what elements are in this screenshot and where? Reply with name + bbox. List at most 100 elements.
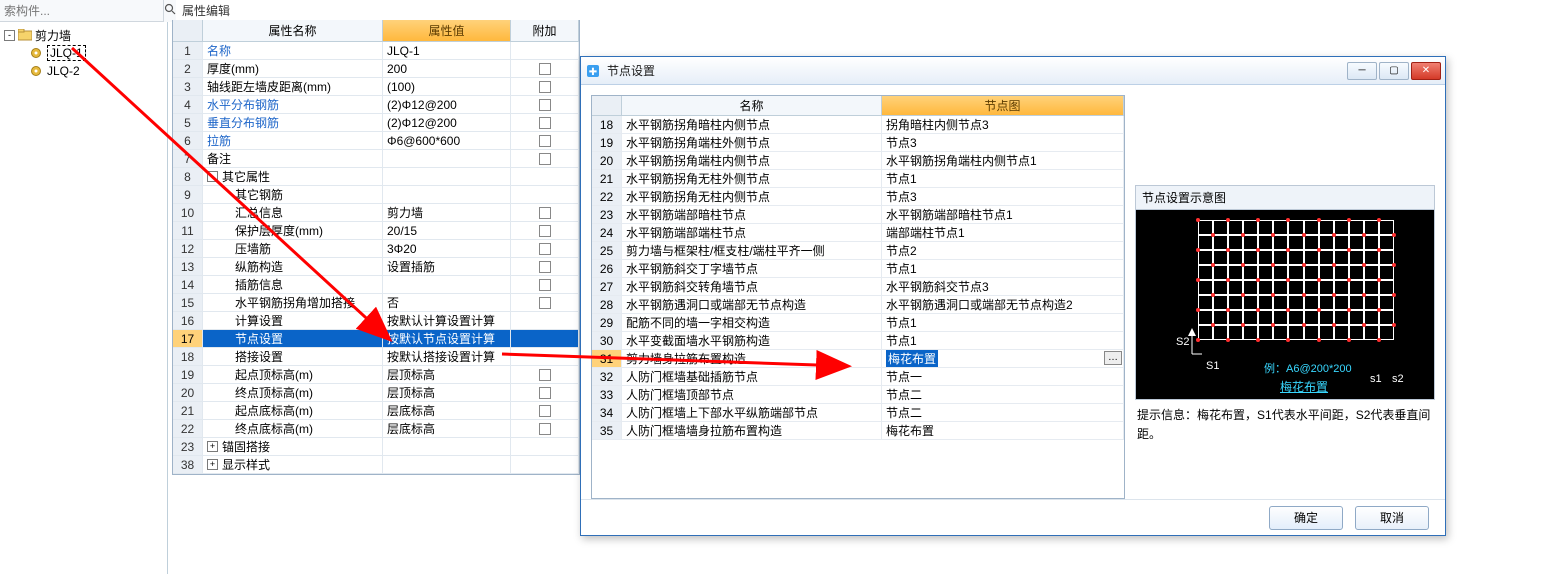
prop-value-cell[interactable]: 剪力墙 (383, 204, 511, 221)
node-row[interactable]: 25剪力墙与框架柱/框支柱/端柱平齐一侧节点2 (592, 242, 1124, 260)
prop-value-cell[interactable]: (2)Φ12@200 (383, 96, 511, 113)
node-img-cell[interactable]: 节点1 (882, 332, 1124, 349)
prop-value-cell[interactable]: 否 (383, 294, 511, 311)
extra-checkbox[interactable] (539, 297, 551, 309)
node-img-cell[interactable]: 梅花布置… (882, 350, 1124, 367)
node-img-cell[interactable]: 节点一 (882, 368, 1124, 385)
prop-value-cell[interactable] (383, 150, 511, 167)
extra-checkbox[interactable] (539, 243, 551, 255)
node-row[interactable]: 29配筋不同的墙一字相交构造节点1 (592, 314, 1124, 332)
node-img-cell[interactable]: 节点2 (882, 242, 1124, 259)
property-tab[interactable]: 属性编辑 (172, 0, 580, 20)
prop-name[interactable]: 名称 (207, 42, 231, 59)
property-row[interactable]: 15水平钢筋拐角增加搭接否 (173, 294, 579, 312)
extra-checkbox[interactable] (539, 225, 551, 237)
property-row[interactable]: 6拉筋Φ6@600*600 (173, 132, 579, 150)
node-row[interactable]: 20水平钢筋拐角端柱内侧节点水平钢筋拐角端柱内侧节点1 (592, 152, 1124, 170)
ok-button[interactable]: 确定 (1269, 506, 1343, 530)
node-row[interactable]: 30水平变截面墙水平钢筋构造节点1 (592, 332, 1124, 350)
property-row[interactable]: 16计算设置按默认计算设置计算 (173, 312, 579, 330)
tree-item-jlq2[interactable]: JLQ-2 (0, 62, 167, 80)
node-row[interactable]: 18水平钢筋拐角暗柱内侧节点拐角暗柱内侧节点3 (592, 116, 1124, 134)
property-row[interactable]: 21起点底标高(m)层底标高 (173, 402, 579, 420)
extra-checkbox[interactable] (539, 405, 551, 417)
close-button[interactable]: ✕ (1411, 62, 1441, 80)
property-row[interactable]: 5垂直分布钢筋(2)Φ12@200 (173, 114, 579, 132)
prop-value-cell[interactable]: 200 (383, 60, 511, 77)
prop-value-cell[interactable] (383, 456, 511, 473)
node-row[interactable]: 33人防门框墙顶部节点节点二 (592, 386, 1124, 404)
property-row[interactable]: 7备注 (173, 150, 579, 168)
property-row[interactable]: 22终点底标高(m)层底标高 (173, 420, 579, 438)
property-row[interactable]: 1名称JLQ-1 (173, 42, 579, 60)
node-img-cell[interactable]: 水平钢筋斜交节点3 (882, 278, 1124, 295)
prop-value-cell[interactable] (383, 186, 511, 203)
extra-checkbox[interactable] (539, 135, 551, 147)
prop-value-cell[interactable]: 层顶标高 (383, 366, 511, 383)
preview-link[interactable]: 梅花布置 (1280, 378, 1328, 395)
node-img-cell[interactable]: 端部端柱节点1 (882, 224, 1124, 241)
prop-value-cell[interactable]: 层底标高 (383, 402, 511, 419)
prop-value-cell[interactable]: 按默认计算设置计算 (383, 312, 511, 329)
node-img-cell[interactable]: 水平钢筋遇洞口或端部无节点构造2 (882, 296, 1124, 313)
cancel-button[interactable]: 取消 (1355, 506, 1429, 530)
tree-root-item[interactable]: - 剪力墙 (0, 26, 167, 44)
extra-checkbox[interactable] (539, 63, 551, 75)
property-row[interactable]: 4水平分布钢筋(2)Φ12@200 (173, 96, 579, 114)
expand-icon[interactable]: + (207, 459, 218, 470)
prop-name[interactable]: 水平分布钢筋 (207, 96, 279, 113)
node-row[interactable]: 34人防门框墙上下部水平纵筋端部节点节点二 (592, 404, 1124, 422)
extra-checkbox[interactable] (539, 423, 551, 435)
prop-name[interactable]: 拉筋 (207, 132, 231, 149)
property-row[interactable]: 8-其它属性 (173, 168, 579, 186)
prop-value-cell[interactable]: 层顶标高 (383, 384, 511, 401)
property-row[interactable]: 11保护层厚度(mm)20/15 (173, 222, 579, 240)
prop-value-cell[interactable]: 按默认节点设置计算 (383, 330, 511, 347)
node-row[interactable]: 23水平钢筋端部暗柱节点水平钢筋端部暗柱节点1 (592, 206, 1124, 224)
browse-button[interactable]: … (1104, 351, 1122, 365)
node-img-cell[interactable]: 节点3 (882, 134, 1124, 151)
prop-value-cell[interactable]: 按默认搭接设置计算 (383, 348, 511, 365)
extra-checkbox[interactable] (539, 279, 551, 291)
property-row[interactable]: 9其它钢筋 (173, 186, 579, 204)
property-row[interactable]: 12压墙筋3Φ20 (173, 240, 579, 258)
extra-checkbox[interactable] (539, 207, 551, 219)
node-row[interactable]: 22水平钢筋拐角无柱内侧节点节点3 (592, 188, 1124, 206)
prop-value-cell[interactable]: 设置插筋 (383, 258, 511, 275)
node-img-cell[interactable]: 节点1 (882, 170, 1124, 187)
node-row[interactable]: 28水平钢筋遇洞口或端部无节点构造水平钢筋遇洞口或端部无节点构造2 (592, 296, 1124, 314)
node-img-cell[interactable]: 水平钢筋拐角端柱内侧节点1 (882, 152, 1124, 169)
extra-checkbox[interactable] (539, 387, 551, 399)
prop-value-cell[interactable]: Φ6@600*600 (383, 132, 511, 149)
node-img-cell[interactable]: 节点1 (882, 260, 1124, 277)
tree-item-jlq1[interactable]: JLQ-1 (0, 44, 167, 62)
collapse-icon[interactable]: - (4, 30, 15, 41)
dialog-titlebar[interactable]: ✚ 节点设置 ─ ▢ ✕ (581, 57, 1445, 85)
node-row[interactable]: 32人防门框墙基础插筋节点节点一 (592, 368, 1124, 386)
property-row[interactable]: 18搭接设置按默认搭接设置计算 (173, 348, 579, 366)
node-img-cell[interactable]: 节点3 (882, 188, 1124, 205)
minimize-button[interactable]: ─ (1347, 62, 1377, 80)
prop-value-cell[interactable] (383, 276, 511, 293)
node-row[interactable]: 19水平钢筋拐角端柱外侧节点节点3 (592, 134, 1124, 152)
expand-icon[interactable]: + (207, 441, 218, 452)
prop-value-cell[interactable] (383, 168, 511, 185)
node-img-cell[interactable]: 梅花布置 (882, 422, 1124, 439)
node-row[interactable]: 26水平钢筋斜交丁字墙节点节点1 (592, 260, 1124, 278)
extra-checkbox[interactable] (539, 99, 551, 111)
property-row[interactable]: 2厚度(mm)200 (173, 60, 579, 78)
extra-checkbox[interactable] (539, 261, 551, 273)
property-row[interactable]: 38+显示样式 (173, 456, 579, 474)
property-row[interactable]: 19起点顶标高(m)层顶标高 (173, 366, 579, 384)
prop-value-cell[interactable]: (2)Φ12@200 (383, 114, 511, 131)
search-input[interactable] (0, 4, 163, 18)
expand-icon[interactable]: - (207, 171, 218, 182)
property-row[interactable]: 3轴线距左墙皮距离(mm)(100) (173, 78, 579, 96)
extra-checkbox[interactable] (539, 117, 551, 129)
node-img-cell[interactable]: 节点二 (882, 404, 1124, 421)
maximize-button[interactable]: ▢ (1379, 62, 1409, 80)
prop-value-cell[interactable]: (100) (383, 78, 511, 95)
node-img-cell[interactable]: 拐角暗柱内侧节点3 (882, 116, 1124, 133)
prop-value-cell[interactable]: 3Φ20 (383, 240, 511, 257)
node-row[interactable]: 21水平钢筋拐角无柱外侧节点节点1 (592, 170, 1124, 188)
